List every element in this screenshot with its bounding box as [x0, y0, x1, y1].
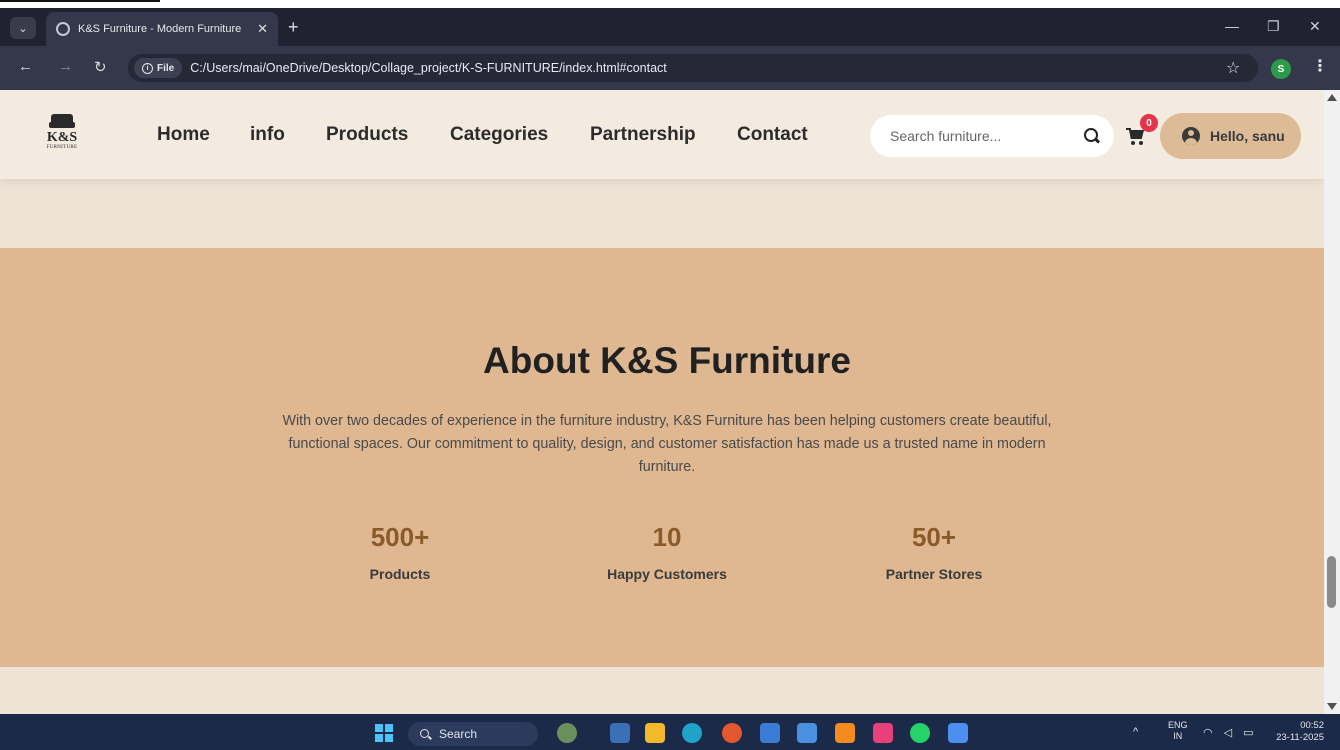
profile-avatar[interactable]: S [1271, 59, 1291, 79]
info-icon: i [142, 62, 153, 74]
taskbar-search-label: Search [439, 727, 478, 741]
search-box [870, 115, 1114, 157]
bookmark-star-icon[interactable]: ☆ [1226, 58, 1240, 78]
search-input[interactable] [890, 128, 1084, 144]
stat-number: 10 [652, 522, 682, 552]
new-tab-button[interactable]: + [288, 18, 299, 36]
cart-count-badge: 0 [1140, 114, 1158, 132]
file-explorer-icon[interactable] [645, 723, 665, 743]
stat-number: 500+ [370, 522, 430, 552]
app-icon[interactable] [948, 723, 968, 743]
logo-subtitle: FURNITURE [46, 145, 78, 150]
stat-happy-customers: 10 Happy Customers [567, 522, 767, 582]
tab-title: K&S Furniture - Modern Furniture [78, 23, 242, 35]
about-title: About K&S Furniture [483, 340, 851, 381]
address-bar[interactable]: i File C:/Users/mai/OneDrive/Desktop/Coll… [128, 54, 1258, 82]
clock-time: 00:52 [1300, 720, 1324, 731]
stat-products: 500+ Products [300, 522, 500, 582]
tab-search-menu-button[interactable]: ⌄ [10, 17, 36, 39]
back-arrow-icon[interactable]: ← [18, 58, 33, 75]
language-indicator[interactable]: ENG IN [1168, 720, 1188, 742]
site-info-chip[interactable]: i File [134, 58, 183, 78]
os-taskbar: Search ^ ENG IN ◠ ◁ ▭ 00:52 23-11-2025 [0, 714, 1340, 750]
nav-home[interactable]: Home [157, 124, 210, 146]
stat-partner-stores: 50+ Partner Stores [834, 522, 1034, 582]
close-window-icon[interactable]: ✕ [1309, 18, 1321, 35]
sofa-icon [49, 114, 75, 130]
lang-line2: IN [1173, 731, 1183, 741]
file-chip-label: File [157, 62, 175, 74]
vlc-icon[interactable] [835, 723, 855, 743]
chevron-up-icon[interactable]: ^ [1133, 726, 1138, 738]
whatsapp-icon[interactable] [910, 723, 930, 743]
chrome-icon[interactable] [722, 723, 742, 743]
page-scrollbar[interactable] [1324, 90, 1340, 714]
nav-partnership[interactable]: Partnership [590, 124, 696, 146]
stat-label: Happy Customers [607, 566, 727, 582]
browser-tabbar: ⌄ K&S Furniture - Modern Furniture ✕ + —… [0, 8, 1340, 46]
clock-date: 23-11-2025 [1276, 732, 1324, 743]
tab-close-button[interactable]: ✕ [257, 21, 268, 37]
site-logo[interactable]: K&S FURNITURE [42, 114, 82, 158]
scroll-thumb[interactable] [1327, 556, 1336, 608]
browser-toolbar: ← → ↻ i File C:/Users/mai/OneDrive/Deskto… [0, 46, 1340, 90]
lang-line1: ENG [1168, 720, 1188, 730]
stat-label: Partner Stores [885, 566, 983, 582]
site-header: K&S FURNITURE Home info Products Categor… [0, 90, 1324, 179]
stat-number: 50+ [911, 522, 957, 552]
minimize-icon[interactable]: — [1225, 18, 1239, 34]
top-strip [0, 0, 1340, 8]
tray-clock[interactable]: 00:52 23-11-2025 [1262, 720, 1324, 744]
windows-start-icon[interactable] [375, 724, 393, 742]
user-greeting: Hello, sanu [1210, 128, 1285, 144]
stat-label: Products [369, 566, 431, 582]
globe-icon [56, 22, 70, 36]
top-strip-mark [0, 0, 160, 2]
notepad-icon[interactable] [797, 723, 817, 743]
reload-icon[interactable]: ↻ [94, 58, 107, 76]
python-icon[interactable] [760, 723, 780, 743]
page-viewport: K&S FURNITURE Home info Products Categor… [0, 90, 1324, 714]
nav-categories[interactable]: Categories [450, 124, 548, 146]
app-icon[interactable] [610, 723, 630, 743]
app-icon[interactable] [873, 723, 893, 743]
nav-info[interactable]: info [250, 124, 285, 146]
url-text[interactable]: C:/Users/mai/OneDrive/Desktop/Collage_pr… [190, 61, 667, 75]
edge-icon[interactable] [682, 723, 702, 743]
chevron-down-icon: ⌄ [18, 22, 28, 35]
restore-icon[interactable]: ❐ [1267, 18, 1280, 35]
more-menu-icon[interactable]: ⋮ [1312, 56, 1328, 76]
logo-name: K&S [46, 130, 78, 145]
nav-products[interactable]: Products [326, 124, 408, 146]
wifi-volume-battery-icons[interactable]: ◠ ◁ ▭ [1203, 726, 1258, 739]
forward-arrow-icon[interactable]: → [58, 58, 73, 75]
about-description: With over two decades of experience in t… [282, 413, 1052, 475]
scroll-down-icon[interactable] [1327, 703, 1337, 710]
search-icon [420, 728, 431, 740]
nav-contact[interactable]: Contact [737, 124, 808, 146]
widgets-icon[interactable] [557, 723, 577, 743]
about-section: About K&S Furniture With over two decade… [0, 248, 1324, 667]
user-circle-icon [1182, 127, 1200, 145]
browser-tab-active[interactable]: K&S Furniture - Modern Furniture ✕ [46, 12, 278, 46]
taskbar-search[interactable]: Search [408, 722, 538, 746]
scroll-up-icon[interactable] [1327, 94, 1337, 101]
search-icon[interactable] [1084, 128, 1100, 144]
user-account-button[interactable]: Hello, sanu [1160, 113, 1301, 159]
